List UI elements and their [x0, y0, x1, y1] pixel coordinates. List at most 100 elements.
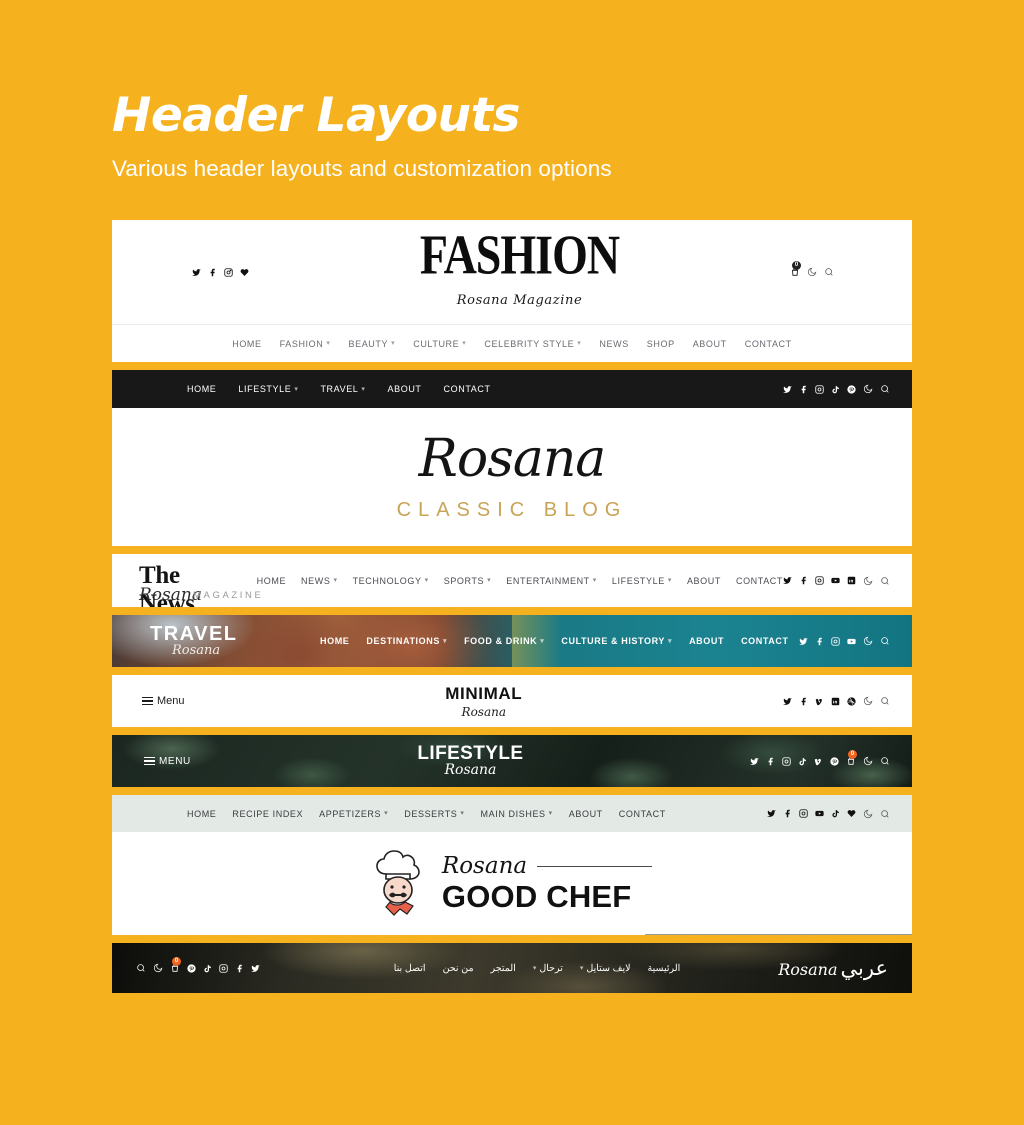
nav-item[interactable]: CULTURE ▾ — [413, 339, 466, 349]
nav-item[interactable]: ABOUT — [388, 384, 422, 394]
classic-social-links[interactable] — [783, 384, 890, 394]
news-social-links[interactable] — [783, 576, 890, 586]
nav-item[interactable]: NEWS ▾ — [301, 576, 338, 586]
nav-item[interactable]: الرئيسية — [648, 963, 681, 974]
youtube-icon[interactable] — [847, 637, 856, 646]
nav-item[interactable]: MAIN DISHES ▾ — [481, 809, 553, 819]
search-icon[interactable] — [880, 756, 890, 766]
nav-item[interactable]: ABOUT — [687, 576, 721, 586]
nav-item[interactable]: اتصل بنا — [394, 963, 426, 974]
arabic-nav[interactable]: الرئيسية لايف ستايل ▾ ترحال ▾ المتجر من نح… — [394, 963, 680, 974]
nav-item[interactable]: CONTACT — [619, 809, 666, 819]
travel-social-links[interactable] — [799, 636, 890, 646]
moon-icon[interactable] — [863, 384, 873, 394]
cart-icon[interactable]: 0 — [170, 957, 181, 973]
moon-icon[interactable] — [863, 756, 873, 766]
nav-item[interactable]: HOME — [257, 576, 286, 586]
chef-social-links[interactable] — [767, 809, 890, 819]
chef-nav[interactable]: HOME RECIPE INDEX APPETIZERS ▾ DESSERTS ▾ … — [187, 809, 666, 819]
instagram-icon[interactable] — [782, 756, 791, 766]
arabic-social-links[interactable]: 0 — [136, 957, 260, 973]
search-icon[interactable] — [824, 267, 834, 277]
search-icon[interactable] — [880, 636, 890, 646]
linkedin-icon[interactable] — [847, 576, 856, 585]
lifestyle-social-links[interactable]: 0 — [750, 750, 890, 766]
moon-icon[interactable] — [863, 576, 873, 586]
twitter-icon[interactable] — [783, 385, 792, 394]
twitter-icon[interactable] — [750, 757, 759, 766]
twitter-icon[interactable] — [783, 697, 792, 706]
nav-item[interactable]: HOME — [187, 384, 216, 394]
facebook-icon[interactable] — [208, 268, 217, 277]
nav-item[interactable]: DESTINATIONS ▾ — [366, 636, 447, 646]
facebook-icon[interactable] — [235, 964, 244, 973]
instagram-icon[interactable] — [799, 809, 808, 818]
nav-item[interactable]: المتجر — [491, 963, 516, 974]
nav-item[interactable]: NEWS — [599, 339, 628, 349]
fashion-social-links[interactable] — [192, 267, 249, 277]
nav-item[interactable]: ABOUT — [689, 636, 724, 646]
nav-item[interactable]: CONTACT — [745, 339, 792, 349]
nav-item[interactable]: FASHION ▾ — [280, 339, 331, 349]
linkedin-icon[interactable] — [831, 697, 840, 706]
fashion-nav[interactable]: HOME FASHION ▾ BEAUTY ▾ CULTURE ▾ CELEBRITY… — [112, 324, 912, 362]
instagram-icon[interactable] — [219, 963, 228, 973]
nav-item[interactable]: HOME — [187, 809, 216, 819]
tiktok-icon[interactable] — [831, 385, 840, 394]
twitter-icon[interactable] — [192, 268, 201, 277]
pinterest-icon[interactable] — [847, 384, 856, 394]
moon-icon[interactable] — [153, 963, 163, 973]
facebook-icon[interactable] — [799, 697, 808, 706]
nav-item[interactable]: CONTACT — [444, 384, 491, 394]
twitter-icon[interactable] — [767, 809, 776, 818]
moon-icon[interactable] — [863, 636, 873, 646]
nav-item[interactable]: BEAUTY ▾ — [348, 339, 395, 349]
nav-item[interactable]: LIFESTYLE ▾ — [238, 384, 298, 394]
youtube-icon[interactable] — [815, 809, 824, 818]
dribbble-icon[interactable] — [847, 696, 856, 706]
menu-button[interactable]: MENU — [144, 756, 191, 767]
facebook-icon[interactable] — [783, 809, 792, 818]
nav-item[interactable]: CELEBRITY STYLE ▾ — [484, 339, 581, 349]
nav-item[interactable]: لايف ستايل ▾ — [580, 963, 631, 974]
twitter-icon[interactable] — [251, 964, 260, 973]
search-icon[interactable] — [880, 696, 890, 706]
cart-icon[interactable]: 0 — [846, 750, 857, 766]
nav-item[interactable]: SPORTS ▾ — [444, 576, 492, 586]
youtube-icon[interactable] — [831, 576, 840, 585]
facebook-icon[interactable] — [799, 576, 808, 585]
news-nav[interactable]: HOME NEWS ▾ TECHNOLOGY ▾ SPORTS ▾ ENTERTAIN… — [257, 576, 783, 586]
instagram-icon[interactable] — [815, 384, 824, 394]
twitter-icon[interactable] — [799, 637, 808, 646]
tiktok-icon[interactable] — [798, 757, 807, 766]
nav-item[interactable]: HOME — [320, 636, 349, 646]
nav-item[interactable]: DESSERTS ▾ — [404, 809, 464, 819]
travel-nav[interactable]: HOME DESTINATIONS ▾ FOOD & DRINK ▾ CULTURE… — [320, 636, 789, 646]
moon-icon[interactable] — [863, 809, 873, 819]
nav-item[interactable]: TRAVEL ▾ — [320, 384, 365, 394]
nav-item[interactable]: RECIPE INDEX — [232, 809, 303, 819]
minimal-social-links[interactable] — [783, 696, 890, 706]
vimeo-icon[interactable] — [814, 757, 823, 766]
nav-item[interactable]: CULTURE & HISTORY ▾ — [561, 636, 672, 646]
nav-item[interactable]: ABOUT — [693, 339, 727, 349]
instagram-icon[interactable] — [224, 267, 233, 277]
moon-icon[interactable] — [863, 696, 873, 706]
twitter-icon[interactable] — [783, 576, 792, 585]
facebook-icon[interactable] — [766, 757, 775, 766]
instagram-icon[interactable] — [831, 636, 840, 646]
nav-item[interactable]: FOOD & DRINK ▾ — [464, 636, 544, 646]
pinterest-icon[interactable] — [830, 756, 839, 766]
moon-icon[interactable] — [807, 267, 817, 277]
facebook-icon[interactable] — [815, 637, 824, 646]
nav-item[interactable]: من نحن — [443, 963, 474, 974]
nav-item[interactable]: LIFESTYLE ▾ — [612, 576, 672, 586]
tiktok-icon[interactable] — [203, 964, 212, 973]
nav-item[interactable]: ABOUT — [569, 809, 603, 819]
nav-item[interactable]: CONTACT — [741, 636, 789, 646]
heart-icon[interactable] — [240, 268, 249, 277]
nav-item[interactable]: CONTACT — [736, 576, 783, 586]
cart-icon[interactable]: 0 — [790, 261, 801, 277]
nav-item[interactable]: APPETIZERS ▾ — [319, 809, 388, 819]
search-icon[interactable] — [880, 384, 890, 394]
